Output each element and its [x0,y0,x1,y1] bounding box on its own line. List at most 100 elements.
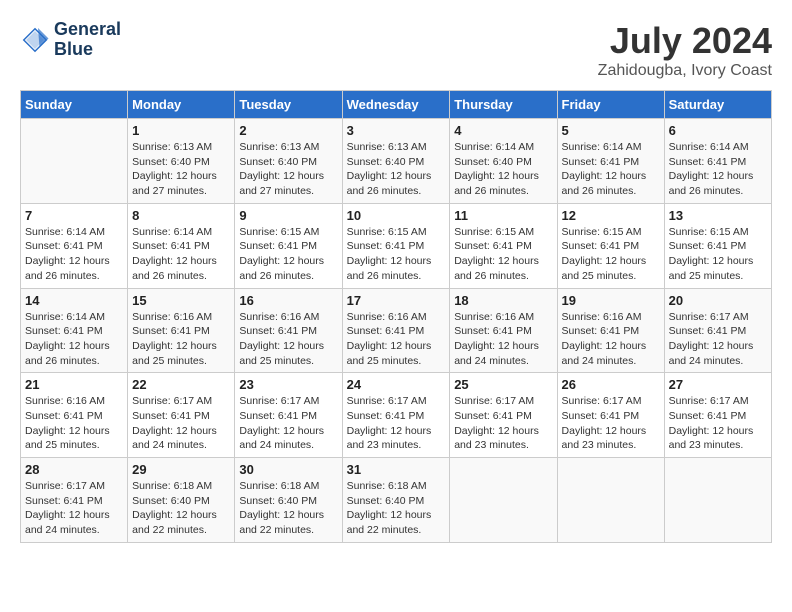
weekday-header-wednesday: Wednesday [342,91,450,119]
day-info: Sunrise: 6:17 AM Sunset: 6:41 PM Dayligh… [347,394,446,453]
day-info: Sunrise: 6:17 AM Sunset: 6:41 PM Dayligh… [669,310,767,369]
day-info: Sunrise: 6:17 AM Sunset: 6:41 PM Dayligh… [132,394,230,453]
calendar-cell: 23 Sunrise: 6:17 AM Sunset: 6:41 PM Dayli… [235,373,342,458]
day-number: 6 [669,123,767,138]
weekday-header-friday: Friday [557,91,664,119]
calendar-cell: 6 Sunrise: 6:14 AM Sunset: 6:41 PM Daylig… [664,119,771,204]
calendar-cell [450,458,557,543]
day-info: Sunrise: 6:14 AM Sunset: 6:41 PM Dayligh… [25,225,123,284]
calendar-cell [21,119,128,204]
day-number: 8 [132,208,230,223]
calendar-cell: 4 Sunrise: 6:14 AM Sunset: 6:40 PM Daylig… [450,119,557,204]
calendar-cell: 18Sunrise: 6:16 AM Sunset: 6:41 PM Dayli… [450,288,557,373]
calendar-cell [557,458,664,543]
weekday-header-thursday: Thursday [450,91,557,119]
day-number: 23 [239,377,337,392]
calendar-cell: 7 Sunrise: 6:14 AM Sunset: 6:41 PM Daylig… [21,203,128,288]
day-number: 1 [132,123,230,138]
calendar-table: SundayMondayTuesdayWednesdayThursdayFrid… [20,90,772,543]
calendar-cell: 16 Sunrise: 6:16 AM Sunset: 6:41 PM Dayli… [235,288,342,373]
calendar-cell: 26 Sunrise: 6:17 AM Sunset: 6:41 PM Dayli… [557,373,664,458]
day-number: 17 [347,293,446,308]
title-area: July 2024 Zahidougba, Ivory Coast [598,20,772,80]
logo-icon [20,25,50,55]
day-number: 31 [347,462,446,477]
calendar-cell: 24 Sunrise: 6:17 AM Sunset: 6:41 PM Dayli… [342,373,450,458]
day-number: 5 [562,123,660,138]
day-number: 24 [347,377,446,392]
calendar-week-row: 28 Sunrise: 6:17 AM Sunset: 6:41 PM Dayli… [21,458,772,543]
day-info: Sunrise: 6:13 AM Sunset: 6:40 PM Dayligh… [132,140,230,199]
day-info: Sunrise: 6:14 AM Sunset: 6:41 PM Dayligh… [669,140,767,199]
location: Zahidougba, Ivory Coast [598,62,772,80]
calendar-cell: 14 Sunrise: 6:14 AM Sunset: 6:41 PM Dayli… [21,288,128,373]
calendar-cell: 22 Sunrise: 6:17 AM Sunset: 6:41 PM Dayli… [128,373,235,458]
day-number: 12 [562,208,660,223]
calendar-week-row: 14 Sunrise: 6:14 AM Sunset: 6:41 PM Dayli… [21,288,772,373]
calendar-week-row: 7 Sunrise: 6:14 AM Sunset: 6:41 PM Daylig… [21,203,772,288]
day-info: Sunrise: 6:15 AM Sunset: 6:41 PM Dayligh… [239,225,337,284]
day-info: Sunrise: 6:18 AM Sunset: 6:40 PM Dayligh… [239,479,337,538]
day-number: 4 [454,123,552,138]
day-number: 7 [25,208,123,223]
day-number: 19 [562,293,660,308]
calendar-cell: 30 Sunrise: 6:18 AM Sunset: 6:40 PM Dayli… [235,458,342,543]
day-info: Sunrise: 6:16 AM Sunset: 6:41 PM Dayligh… [239,310,337,369]
day-number: 3 [347,123,446,138]
day-info: Sunrise: 6:17 AM Sunset: 6:41 PM Dayligh… [562,394,660,453]
day-number: 22 [132,377,230,392]
calendar-cell: 2Sunrise: 6:13 AM Sunset: 6:40 PM Daylig… [235,119,342,204]
day-number: 25 [454,377,552,392]
calendar-cell: 5Sunrise: 6:14 AM Sunset: 6:41 PM Daylig… [557,119,664,204]
day-number: 15 [132,293,230,308]
calendar-cell [664,458,771,543]
day-number: 20 [669,293,767,308]
calendar-cell: 25 Sunrise: 6:17 AM Sunset: 6:41 PM Dayli… [450,373,557,458]
calendar-cell: 3 Sunrise: 6:13 AM Sunset: 6:40 PM Daylig… [342,119,450,204]
day-info: Sunrise: 6:17 AM Sunset: 6:41 PM Dayligh… [25,479,123,538]
weekday-header-sunday: Sunday [21,91,128,119]
calendar-cell: 27 Sunrise: 6:17 AM Sunset: 6:41 PM Dayli… [664,373,771,458]
calendar-cell: 9Sunrise: 6:15 AM Sunset: 6:41 PM Daylig… [235,203,342,288]
day-number: 27 [669,377,767,392]
day-info: Sunrise: 6:15 AM Sunset: 6:41 PM Dayligh… [669,225,767,284]
day-number: 14 [25,293,123,308]
day-info: Sunrise: 6:17 AM Sunset: 6:41 PM Dayligh… [239,394,337,453]
calendar-cell: 11Sunrise: 6:15 AM Sunset: 6:41 PM Dayli… [450,203,557,288]
day-number: 30 [239,462,337,477]
day-number: 21 [25,377,123,392]
day-info: Sunrise: 6:17 AM Sunset: 6:41 PM Dayligh… [454,394,552,453]
day-info: Sunrise: 6:16 AM Sunset: 6:41 PM Dayligh… [25,394,123,453]
month-year: July 2024 [598,20,772,62]
day-info: Sunrise: 6:13 AM Sunset: 6:40 PM Dayligh… [347,140,446,199]
calendar-week-row: 1 Sunrise: 6:13 AM Sunset: 6:40 PM Daylig… [21,119,772,204]
day-info: Sunrise: 6:16 AM Sunset: 6:41 PM Dayligh… [562,310,660,369]
day-number: 10 [347,208,446,223]
calendar-cell: 19 Sunrise: 6:16 AM Sunset: 6:41 PM Dayli… [557,288,664,373]
day-number: 26 [562,377,660,392]
day-info: Sunrise: 6:14 AM Sunset: 6:41 PM Dayligh… [25,310,123,369]
day-number: 11 [454,208,552,223]
calendar-week-row: 21 Sunrise: 6:16 AM Sunset: 6:41 PM Dayli… [21,373,772,458]
logo-text: General Blue [54,20,121,60]
weekday-header-tuesday: Tuesday [235,91,342,119]
day-info: Sunrise: 6:14 AM Sunset: 6:41 PM Dayligh… [132,225,230,284]
weekday-header-saturday: Saturday [664,91,771,119]
calendar-cell: 10 Sunrise: 6:15 AM Sunset: 6:41 PM Dayli… [342,203,450,288]
calendar-cell: 20 Sunrise: 6:17 AM Sunset: 6:41 PM Dayli… [664,288,771,373]
day-info: Sunrise: 6:17 AM Sunset: 6:41 PM Dayligh… [669,394,767,453]
day-info: Sunrise: 6:15 AM Sunset: 6:41 PM Dayligh… [347,225,446,284]
day-info: Sunrise: 6:15 AM Sunset: 6:41 PM Dayligh… [562,225,660,284]
calendar-cell: 29Sunrise: 6:18 AM Sunset: 6:40 PM Dayli… [128,458,235,543]
weekday-header-row: SundayMondayTuesdayWednesdayThursdayFrid… [21,91,772,119]
day-number: 16 [239,293,337,308]
calendar-cell: 1 Sunrise: 6:13 AM Sunset: 6:40 PM Daylig… [128,119,235,204]
day-info: Sunrise: 6:14 AM Sunset: 6:40 PM Dayligh… [454,140,552,199]
calendar-cell: 21 Sunrise: 6:16 AM Sunset: 6:41 PM Dayli… [21,373,128,458]
calendar-cell: 8 Sunrise: 6:14 AM Sunset: 6:41 PM Daylig… [128,203,235,288]
calendar-cell: 12 Sunrise: 6:15 AM Sunset: 6:41 PM Dayli… [557,203,664,288]
day-number: 28 [25,462,123,477]
calendar-cell: 31Sunrise: 6:18 AM Sunset: 6:40 PM Dayli… [342,458,450,543]
day-number: 18 [454,293,552,308]
calendar-cell: 28 Sunrise: 6:17 AM Sunset: 6:41 PM Dayli… [21,458,128,543]
